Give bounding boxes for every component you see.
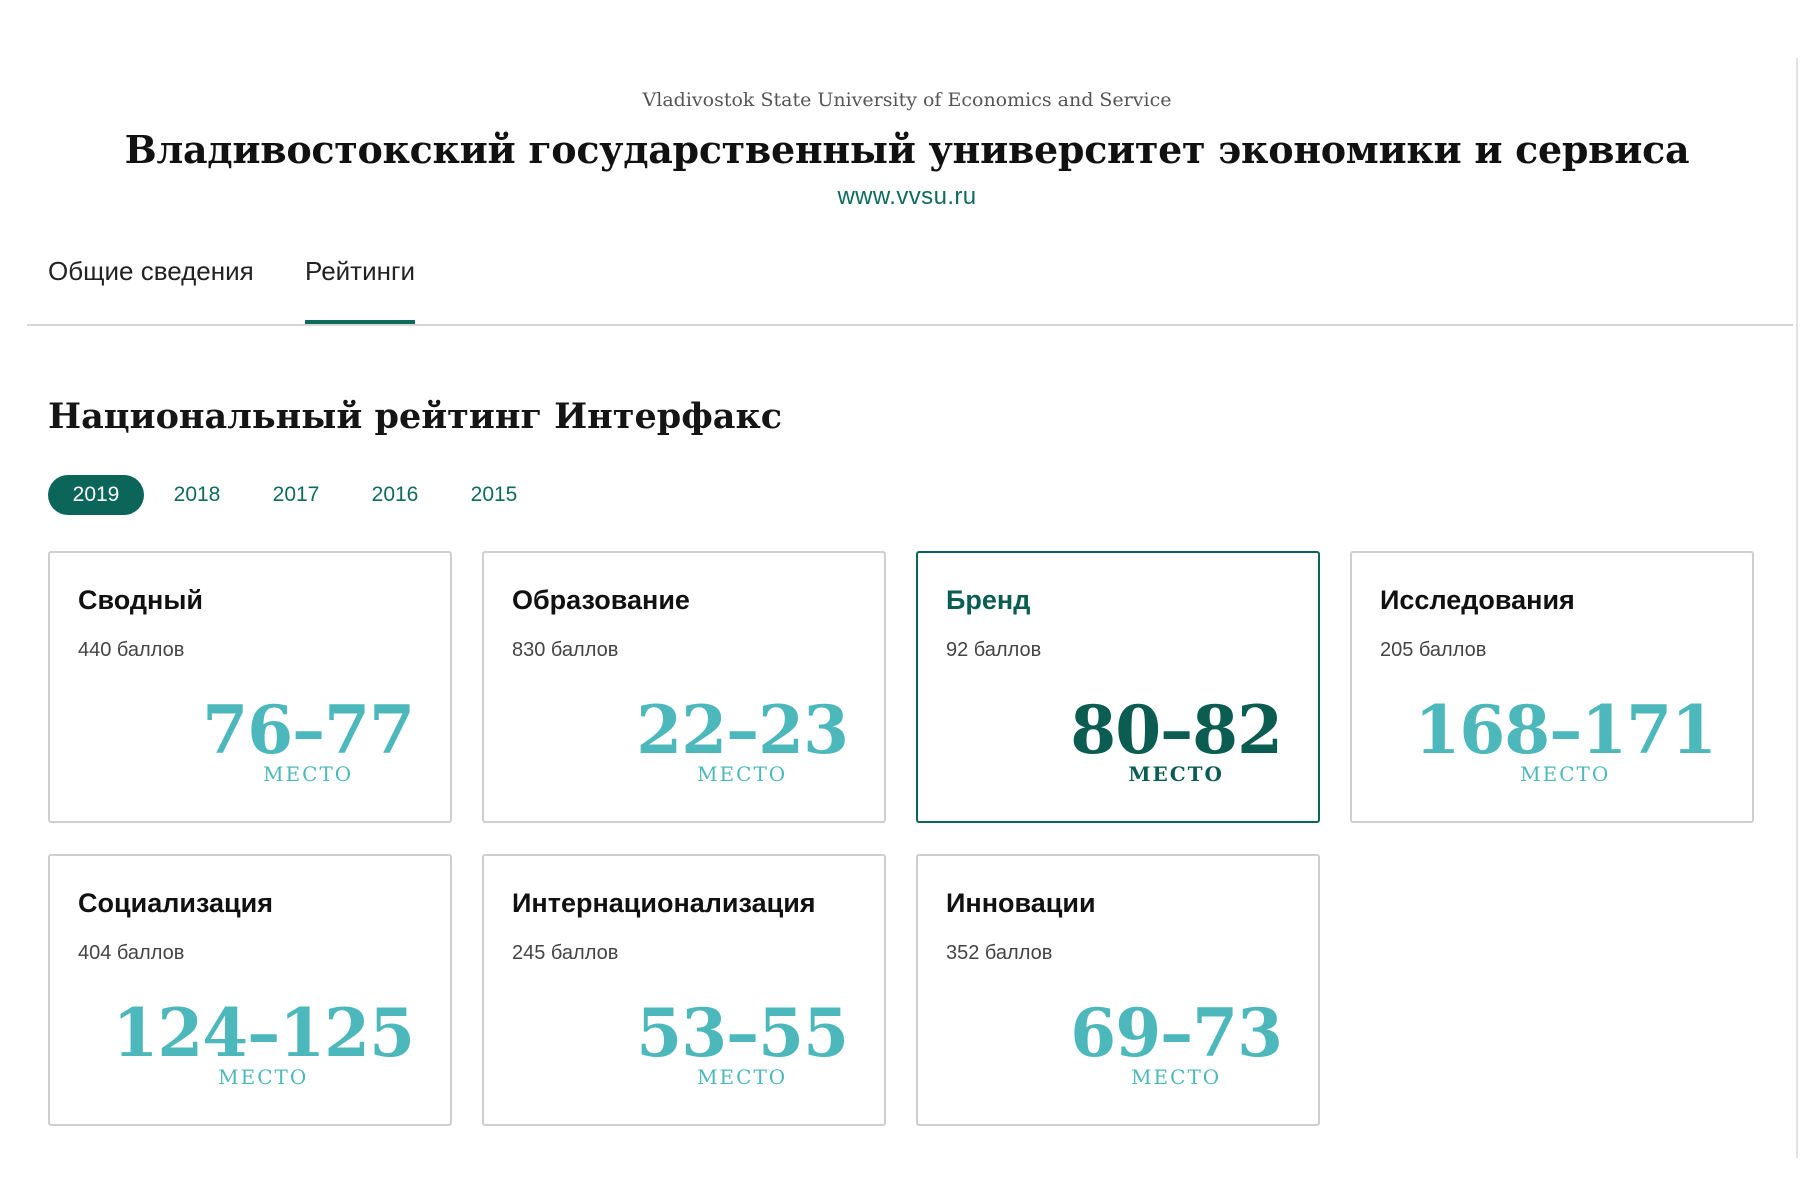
rating-card-score: 352 баллов — [946, 942, 1053, 964]
rating-card-research[interactable]: Исследования 205 баллов 168–171 МЕСТО — [1350, 551, 1754, 823]
tab-general-info[interactable]: Общие сведения — [48, 256, 254, 322]
rating-card-socialization[interactable]: Социализация 404 баллов 124–125 МЕСТО — [48, 854, 452, 1126]
rating-card-title: Исследования — [1380, 585, 1575, 615]
year-pill-2015[interactable]: 2015 — [463, 475, 525, 515]
year-pill-2016[interactable]: 2016 — [364, 475, 426, 515]
rating-card-rank: 80–82 МЕСТО — [1070, 691, 1283, 785]
year-pill-2018[interactable]: 2018 — [166, 475, 228, 515]
rating-card-score: 404 баллов — [78, 942, 185, 964]
rating-card-rank: 168–171 МЕСТО — [1414, 691, 1717, 785]
rank-value: 80–82 — [1070, 691, 1283, 769]
rating-card-rank: 124–125 МЕСТО — [112, 994, 415, 1088]
page-edge-divider — [1796, 58, 1798, 1158]
university-name-title: Владивостокский государственный универси… — [124, 127, 1690, 172]
rating-card-score: 92 баллов — [946, 639, 1042, 661]
rating-card-rank: 53–55 МЕСТО — [636, 994, 849, 1088]
rating-card-innovation[interactable]: Инновации 352 баллов 69–73 МЕСТО — [916, 854, 1320, 1126]
university-website-link[interactable]: www.vvsu.ru — [0, 182, 1800, 212]
rank-value: 69–73 — [1070, 994, 1283, 1072]
rating-card-score: 830 баллов — [512, 639, 619, 661]
rating-card-rank: 69–73 МЕСТО — [1070, 994, 1283, 1088]
rating-card-score: 205 баллов — [1380, 639, 1487, 661]
rating-card-brand[interactable]: Бренд 92 баллов 80–82 МЕСТО — [916, 551, 1320, 823]
rating-card-rank: 76–77 МЕСТО — [202, 691, 415, 785]
year-pill-2017[interactable]: 2017 — [265, 475, 327, 515]
rating-card-internationalization[interactable]: Интернационализация 245 баллов 53–55 МЕС… — [482, 854, 886, 1126]
rating-card-title: Инновации — [946, 888, 1096, 918]
rating-card-education[interactable]: Образование 830 баллов 22–23 МЕСТО — [482, 551, 886, 823]
rating-card-score: 245 баллов — [512, 942, 619, 964]
rank-value: 53–55 — [636, 994, 849, 1072]
rank-value: 76–77 — [202, 691, 415, 769]
university-header: Vladivostok State University of Economic… — [0, 88, 1800, 212]
rating-card-title: Сводный — [78, 585, 203, 615]
rank-value: 22–23 — [636, 691, 849, 769]
rating-card-title: Образование — [512, 585, 690, 615]
tab-bar: Общие сведения Рейтинги — [27, 246, 1793, 326]
rating-card-title: Бренд — [946, 585, 1031, 615]
rating-card-title: Социализация — [78, 888, 273, 918]
rank-value: 168–171 — [1414, 691, 1717, 769]
university-name-english: Vladivostok State University of Economic… — [642, 89, 1172, 111]
year-pill-2019[interactable]: 2019 — [48, 475, 144, 515]
rating-card-score: 440 баллов — [78, 639, 185, 661]
rating-card-title: Интернационализация — [512, 888, 816, 918]
rating-card-rank: 22–23 МЕСТО — [636, 691, 849, 785]
rating-card-summary[interactable]: Сводный 440 баллов 76–77 МЕСТО — [48, 551, 452, 823]
rank-value: 124–125 — [112, 994, 415, 1072]
section-title: Национальный рейтинг Интерфакс — [48, 396, 783, 437]
tab-ratings[interactable]: Рейтинги — [305, 256, 415, 324]
